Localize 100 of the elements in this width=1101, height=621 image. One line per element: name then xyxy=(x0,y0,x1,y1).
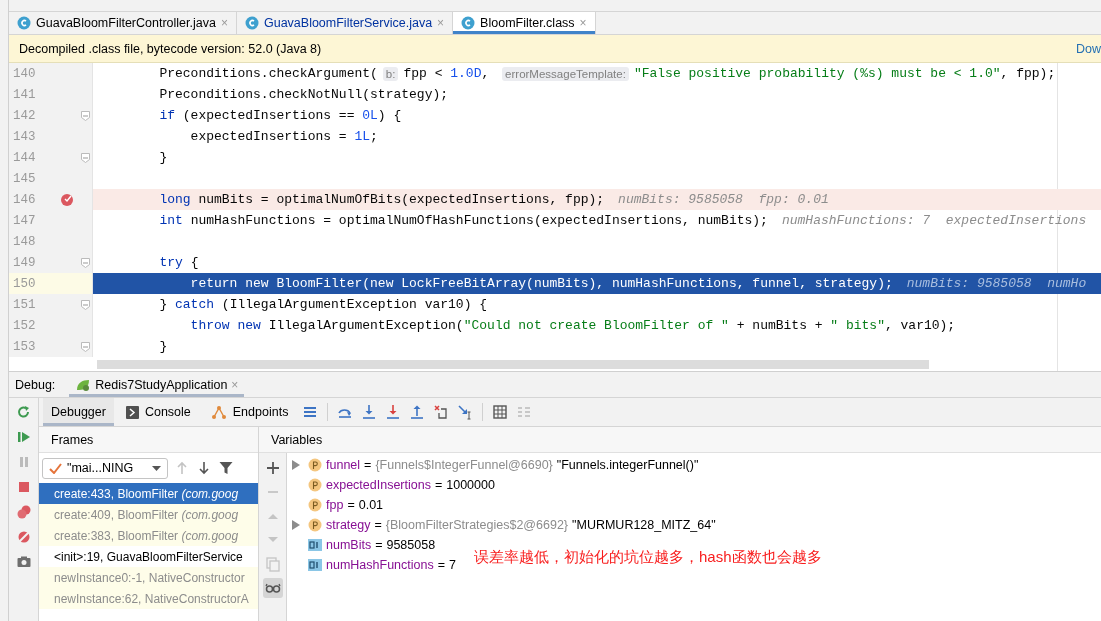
parameter-icon xyxy=(308,498,322,512)
stack-frame[interactable]: create:383, BloomFilter (com.goog xyxy=(39,525,258,546)
code-token: return new xyxy=(189,276,269,291)
close-icon[interactable]: × xyxy=(579,16,587,30)
banner-text: Decompiled .class file, bytecode version: 52.0 (Java 8) xyxy=(19,41,322,56)
code-token: , var10); xyxy=(884,318,956,333)
code-token: Preconditions.checkArgument( xyxy=(158,66,378,81)
drop-frame-icon[interactable] xyxy=(433,404,450,420)
step-into-icon[interactable] xyxy=(361,404,378,420)
code-token: try xyxy=(158,255,183,270)
close-icon[interactable]: × xyxy=(231,377,239,392)
code-token: ) { xyxy=(377,108,402,123)
fold-icon[interactable] xyxy=(80,110,90,121)
line-number: 151 xyxy=(12,297,37,312)
run-to-cursor-icon[interactable] xyxy=(457,404,474,420)
variable-name: fpp xyxy=(326,498,344,512)
stack-frame[interactable]: newInstance:62, NativeConstructorA xyxy=(39,588,258,609)
code-token: } xyxy=(158,297,169,312)
debug-tab[interactable]: Debugger xyxy=(43,398,114,426)
fold-icon[interactable] xyxy=(80,341,90,352)
primitive-icon xyxy=(308,559,322,571)
stack-frame[interactable]: create:409, BloomFilter (com.goog xyxy=(39,504,258,525)
code-token: long xyxy=(158,192,191,207)
annotation-text: 误差率越低，初始化的坑位越多，hash函数也会越多 xyxy=(474,548,822,567)
caret-icon xyxy=(152,465,161,471)
code-token: + numBits + xyxy=(735,318,824,333)
variable-name: expectedInsertions xyxy=(326,478,431,492)
inline-value-hint: numBits: 9585058 numHo xyxy=(906,276,1087,291)
check-icon xyxy=(49,462,62,474)
force-step-into-icon[interactable] xyxy=(385,404,402,420)
camera-icon[interactable] xyxy=(15,554,32,570)
filter-icon[interactable] xyxy=(218,460,234,476)
mute-breakpoints-icon[interactable] xyxy=(15,529,32,545)
endpoints-icon xyxy=(210,405,227,419)
editor-tab[interactable]: GuavaBloomFilterController.java × xyxy=(9,12,237,34)
parameter-icon xyxy=(308,478,322,492)
line-number: 140 xyxy=(12,66,37,81)
add-icon[interactable] xyxy=(264,460,281,476)
code-token: ; xyxy=(370,129,378,144)
variable-value: 0.01 xyxy=(358,498,384,512)
line-number: 145 xyxy=(12,171,37,186)
line-number: 142 xyxy=(12,108,37,123)
banner-link[interactable]: Dow xyxy=(1076,41,1101,56)
code-token: IllegalArgumentException( xyxy=(267,318,464,333)
equals-sign: = xyxy=(375,538,383,552)
step-out-icon[interactable] xyxy=(409,404,426,420)
fold-icon[interactable] xyxy=(80,299,90,310)
code-token: } xyxy=(158,339,168,354)
line-number: 147 xyxy=(12,213,37,228)
expand-arrow-icon[interactable] xyxy=(292,460,300,470)
breakpoint-icon[interactable] xyxy=(59,192,74,207)
code-token: "Could not create BloomFilter of " xyxy=(463,318,729,333)
code-token: if xyxy=(158,108,175,123)
line-number: 152 xyxy=(12,318,37,333)
code-token: Preconditions.checkNotNull(strategy); xyxy=(158,87,449,102)
stack-frame[interactable]: create:433, BloomFilter (com.goog xyxy=(39,483,258,504)
debug-tab[interactable]: Console xyxy=(117,398,199,426)
code-token: int xyxy=(158,213,183,228)
equals-sign: = xyxy=(364,458,372,472)
line-number: 149 xyxy=(12,255,37,270)
scrollbar[interactable] xyxy=(97,360,929,369)
variable-value: 1000000 xyxy=(446,478,495,492)
fold-icon[interactable] xyxy=(80,257,90,268)
session-tab[interactable]: Redis7StudyApplication × xyxy=(69,372,245,397)
equals-sign: = xyxy=(374,518,382,532)
code-token: " bits" xyxy=(830,318,885,333)
menu-icon[interactable] xyxy=(302,404,319,420)
code-token: 1.0D xyxy=(450,66,482,81)
thread-dropdown[interactable]: "mai...NING xyxy=(42,457,168,479)
variable-name: strategy xyxy=(326,518,371,532)
line-number: 148 xyxy=(12,234,37,249)
parameter-hint: b: xyxy=(382,66,399,81)
class-file-icon xyxy=(461,16,476,30)
inline-value-hint: numHashFunctions: 7 expectedInsertions xyxy=(781,213,1087,228)
code-token: } xyxy=(158,150,168,165)
spring-leaf-icon xyxy=(75,377,92,392)
editor-tab[interactable]: BloomFilter.class × xyxy=(453,12,596,34)
code-token: throw new xyxy=(189,318,261,333)
close-icon[interactable]: × xyxy=(437,16,445,30)
parameter-icon xyxy=(308,458,322,472)
rerun-icon[interactable] xyxy=(15,404,32,420)
code-token: (IllegalArgumentException var10) { xyxy=(220,297,488,312)
breakpoints-icon[interactable] xyxy=(15,504,32,520)
variable-name: numBits xyxy=(326,538,372,552)
debug-label: Debug: xyxy=(15,377,56,392)
fold-icon[interactable] xyxy=(80,152,90,163)
debug-tab[interactable]: Endpoints xyxy=(202,398,297,426)
resume-icon[interactable] xyxy=(15,429,32,445)
stack-frame[interactable]: newInstance0:-1, NativeConstructor xyxy=(39,567,258,588)
code-token: { xyxy=(189,255,199,270)
primitive-icon xyxy=(308,539,322,551)
calculator-icon[interactable] xyxy=(492,404,509,420)
panel-title: Variables xyxy=(271,432,323,447)
close-icon[interactable]: × xyxy=(220,16,228,30)
line-number: 143 xyxy=(12,129,37,144)
equals-sign: = xyxy=(434,478,443,492)
down-arrow-icon[interactable] xyxy=(196,460,212,476)
equals-sign: = xyxy=(437,558,445,572)
expand-arrow-icon[interactable] xyxy=(292,520,300,530)
parameter-hint: errorMessageTemplate: xyxy=(502,66,629,81)
